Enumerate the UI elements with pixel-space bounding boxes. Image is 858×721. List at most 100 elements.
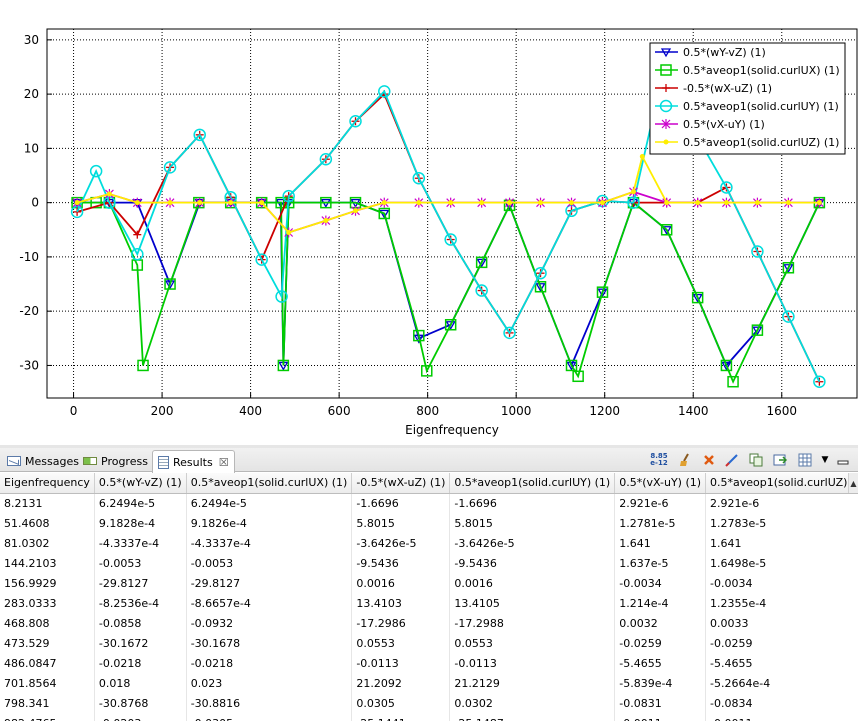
table-cell: -0.0053	[94, 553, 187, 573]
data-point	[416, 200, 422, 206]
table-cell: 5.8015	[449, 513, 616, 533]
table-cell: -1.6696	[351, 493, 451, 513]
x-tick-label: 1400	[678, 404, 709, 418]
data-point	[197, 200, 203, 206]
table-cell: 1.214e-4	[614, 593, 707, 613]
results-icon	[158, 455, 169, 469]
close-tab-icon[interactable]: ☒	[219, 456, 229, 469]
column-header[interactable]: 0.5*aveop1(solid.curlUX) (1)	[186, 473, 353, 494]
data-point	[74, 200, 80, 206]
table-cell: -5.2664e-4	[705, 673, 858, 693]
table-format-button[interactable]	[796, 451, 814, 469]
table-row[interactable]: 81.0302 -4.3337e-4 -4.3337e-4 -3.6426e-5 -3.…	[0, 533, 858, 553]
results-table-container[interactable]: Eigenfrequency 0.5*(wY-vZ) (1) 0.5*aveop1(…	[0, 473, 858, 721]
column-header[interactable]: 0.5*(wY-vZ) (1)	[94, 473, 187, 494]
x-tick-label: 200	[151, 404, 174, 418]
data-point	[381, 200, 387, 206]
column-header[interactable]: 0.5*aveop1(solid.curlUY) (1)	[449, 473, 616, 494]
pen-icon	[725, 454, 738, 467]
table-cell: 51.4608	[0, 513, 95, 533]
table-row[interactable]: 144.2103 -0.0053 -0.0053 -9.5436 -9.5436 1.63…	[0, 553, 858, 573]
column-header[interactable]: 0.5*(vX-uY) (1)	[614, 473, 707, 494]
tab-messages[interactable]: Messages	[2, 450, 84, 472]
tab-progress[interactable]: Progress	[78, 450, 153, 472]
table-cell: -0.0113	[449, 653, 616, 673]
table-cell: 8.2131	[0, 493, 95, 513]
table-cell: 798.341	[0, 693, 95, 713]
plot-area: 0 200 400 600 800 1000 1200 1400 1600 30 20 10 0 -10 -…	[0, 0, 858, 445]
data-point	[663, 139, 669, 145]
chevron-up-icon: ▲	[850, 478, 857, 488]
column-header[interactable]: Eigenfrequency	[0, 473, 95, 494]
table-cell: -0.0218	[94, 653, 187, 673]
column-header[interactable]: -0.5*(wX-uZ) (1)	[351, 473, 451, 494]
legend-label: 0.5*(wY-vZ) (1)	[683, 46, 766, 59]
table-cell: -0.0011	[705, 713, 858, 721]
minimize-icon	[837, 460, 849, 465]
table-cell: -0.0218	[186, 653, 353, 673]
table-row[interactable]: 8.2131 6.2494e-5 6.2494e-5 -1.6696 -1.6696 2.…	[0, 493, 858, 513]
y-tick-label: 0	[31, 196, 39, 210]
x-tick-label: 600	[328, 404, 351, 418]
data-point	[286, 229, 292, 235]
table-cell: 21.2092	[351, 673, 451, 693]
table-cell: -17.2986	[351, 613, 451, 633]
table-cell: -29.8127	[186, 573, 353, 593]
scroll-up-button[interactable]: ▲	[848, 473, 858, 493]
table-cell: 0.018	[94, 673, 187, 693]
table-cell: 13.4105	[449, 593, 616, 613]
table-cell: 6.2494e-5	[186, 493, 353, 513]
delete-button[interactable]	[700, 451, 718, 469]
table-row[interactable]: 982.4765-0.0203-0.0305-25.1441-25.1487-0…	[0, 713, 858, 721]
table-cell: -4.3337e-4	[94, 533, 187, 553]
table-row[interactable]: 701.8564 0.018 0.023 21.2092 21.2129 -5.839e-…	[0, 673, 858, 693]
table-row[interactable]: 156.9929 -29.8127 -29.8127 0.0016 0.0016 -0.0…	[0, 573, 858, 593]
table-menu-dropdown[interactable]: ▼	[816, 451, 834, 469]
table-row[interactable]: 486.0847 -0.0218 -0.0218 -0.0113 -0.0113 -5.4…	[0, 653, 858, 673]
table-cell: 701.8564	[0, 673, 95, 693]
table-cell: 21.2129	[449, 673, 616, 693]
table-cell: 283.0333	[0, 593, 95, 613]
table-cell: -25.1487	[449, 713, 616, 721]
x-tick-label: 1600	[766, 404, 797, 418]
table-cell: 982.4765	[0, 713, 95, 721]
data-point	[569, 200, 575, 206]
table-cell: 486.0847	[0, 653, 95, 673]
table-row[interactable]: 798.341 -30.8768 -30.8816 0.0305 0.0302 -0.08…	[0, 693, 858, 713]
data-point	[167, 200, 173, 206]
table-cell: -0.0932	[186, 613, 353, 633]
table-cell: -5.4655	[614, 653, 707, 673]
copy-button[interactable]	[747, 451, 765, 469]
table-row[interactable]: 473.529 -30.1672 -30.1678 0.0553 0.0553 -0.02…	[0, 633, 858, 653]
data-point	[448, 200, 454, 206]
data-point	[228, 200, 234, 206]
minimize-button[interactable]	[834, 451, 852, 469]
plot-button[interactable]	[723, 451, 741, 469]
table-cell: 0.023	[186, 673, 353, 693]
data-point	[785, 200, 791, 206]
table-row[interactable]: 51.4608 9.1828e-4 9.1826e-4 5.8015 5.8015 1.2…	[0, 513, 858, 533]
table-cell: 9.1826e-4	[186, 513, 353, 533]
table-cell: -30.8768	[94, 693, 187, 713]
column-header[interactable]: 0.5*aveop1(solid.curlUZ) (1)	[705, 473, 858, 494]
data-point	[106, 191, 112, 197]
results-tab-bar: Messages Progress Results ☒ 8.85 e-12 ▼	[0, 448, 858, 473]
tab-results[interactable]: Results ☒	[152, 450, 235, 473]
number-format-button[interactable]: 8.85 e-12	[650, 451, 668, 469]
data-point	[259, 200, 265, 206]
table-row[interactable]: 283.0333 -8.2536e-4 -8.6657e-4 13.4103 13.41…	[0, 593, 858, 613]
legend-label: 0.5*aveop1(solid.curlUX) (1)	[683, 64, 840, 77]
y-tick-label: -30	[19, 358, 39, 372]
clear-button[interactable]	[676, 451, 694, 469]
table-cell: -0.0034	[614, 573, 707, 593]
export-button[interactable]	[771, 451, 789, 469]
x-tick-label: 400	[239, 404, 262, 418]
table-icon	[798, 453, 812, 467]
table-row[interactable]: 468.808 -0.0858 -0.0932 -17.2986 -17.2988 0.0…	[0, 613, 858, 633]
data-point	[639, 154, 645, 160]
x-tick-label: 800	[416, 404, 439, 418]
chart-legend: 0.5*(wY-vZ) (1) 0.5*aveop1(solid.curlUX) …	[649, 42, 846, 155]
data-point	[538, 200, 544, 206]
table-cell: 0.0033	[705, 613, 858, 633]
table-cell: -0.0053	[186, 553, 353, 573]
